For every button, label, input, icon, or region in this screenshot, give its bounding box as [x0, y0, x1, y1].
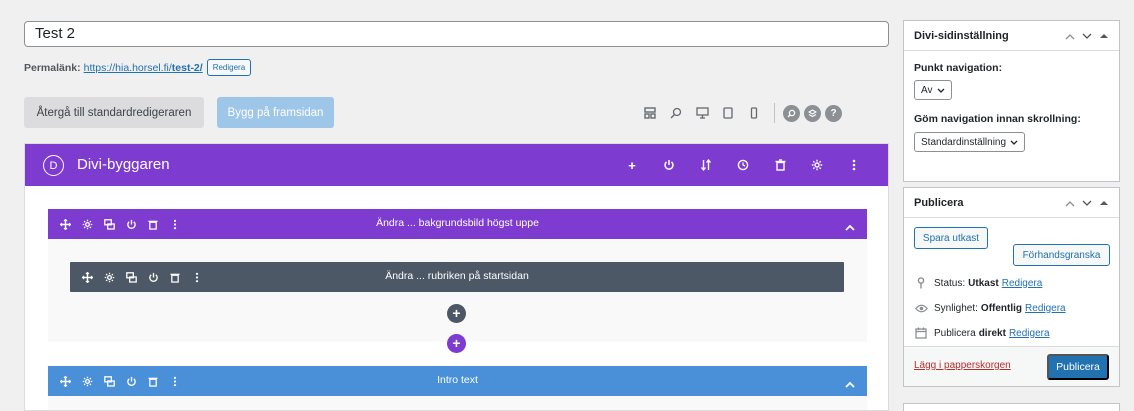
permalink: Permalänk: https://hia.horsel.fi/test-2/… — [24, 59, 252, 76]
post-title-input[interactable]: Test 2 — [24, 21, 889, 47]
section-title: Intro text — [437, 374, 478, 386]
permalink-base: https://hia.horsel.fi/ — [83, 61, 172, 74]
layout-icon[interactable] — [640, 103, 660, 123]
trash-icon[interactable] — [771, 156, 789, 174]
box-controls — [1060, 196, 1111, 210]
divi-builder: D Divi-byggaren + Ändra ... bakgrundsbil… — [24, 143, 889, 411]
save-draft-button[interactable]: Spara utkast — [914, 227, 988, 249]
divi-logo: D — [43, 155, 64, 176]
status-row: Status: Utkast Redigera — [914, 276, 1042, 290]
help-icon[interactable]: ? — [825, 104, 842, 122]
divi-page-settings-box: Divi-sidinställning Punkt navigation: Av… — [903, 20, 1120, 182]
return-to-default-editor-button[interactable]: Återgå till standardredigeraren — [24, 97, 204, 128]
dot-navigation-select[interactable]: Av — [914, 80, 952, 100]
publish-box: Publicera Spara utkast Förhandsgranska S… — [903, 187, 1120, 387]
publish-date-row: Publicera direkt Redigera — [914, 326, 1050, 340]
permalink-edit-button[interactable]: Redigera — [206, 59, 252, 76]
chevron-up-icon[interactable] — [1063, 196, 1077, 210]
add-icon[interactable]: + — [623, 156, 641, 174]
box-header: Divi-sidinställning — [904, 21, 1119, 51]
section-block: Intro text — [48, 366, 867, 410]
section-bar[interactable]: Ändra ... bakgrundsbild högst uppe — [48, 209, 867, 239]
permalink-slug: test-2/ — [171, 61, 203, 74]
box-title: Publicera — [914, 197, 964, 209]
chevron-up-icon[interactable] — [845, 218, 855, 236]
toolbar-divider — [774, 103, 775, 123]
visibility-edit-link[interactable]: Redigera — [1025, 303, 1066, 314]
view-toolbar: ? — [640, 103, 846, 123]
section-bar[interactable]: Intro text — [48, 366, 867, 396]
permalink-label: Permalänk: — [24, 61, 81, 74]
section-block: Ändra ... bakgrundsbild högst uppe Ändra… — [48, 209, 867, 353]
collapse-toggle-icon[interactable] — [1097, 196, 1111, 210]
hide-nav-label: Göm navigation innan skrollning: — [914, 113, 1081, 125]
status-edit-link[interactable]: Redigera — [1002, 278, 1043, 289]
chevron-down-icon[interactable] — [1080, 196, 1094, 210]
divi-builder-header: D Divi-byggaren + — [25, 144, 888, 186]
publish-date-value: direkt — [978, 327, 1006, 339]
row-title: Ändra ... rubriken på startsidan — [385, 270, 529, 282]
divi-builder-title: Divi-byggaren — [77, 156, 170, 173]
section-title: Ändra ... bakgrundsbild högst uppe — [376, 217, 539, 229]
zoom-icon[interactable] — [666, 103, 686, 123]
chevron-down-icon[interactable] — [1080, 29, 1094, 43]
visibility-row: Synlighet: Offentlig Redigera — [914, 301, 1066, 315]
eye-icon — [914, 301, 928, 315]
layers-icon[interactable] — [804, 104, 821, 122]
box-header: Publicera — [904, 188, 1119, 218]
tablet-icon[interactable] — [718, 103, 738, 123]
history-icon[interactable] — [734, 156, 752, 174]
calendar-icon — [914, 326, 928, 340]
publish-date-edit-link[interactable]: Redigera — [1009, 328, 1050, 339]
desktop-icon[interactable] — [692, 103, 712, 123]
hide-nav-value: Standardinställning — [921, 136, 1007, 148]
sort-icon[interactable] — [697, 156, 715, 174]
box-title: Divi-sidinställning — [914, 30, 1009, 42]
status-label: Status: — [934, 277, 966, 289]
build-on-frontend-button[interactable]: Bygg på framsidan — [217, 97, 334, 128]
more-icon[interactable] — [845, 156, 863, 174]
status-value: Utkast — [968, 277, 999, 289]
chevron-up-icon[interactable] — [845, 375, 855, 393]
next-box — [903, 403, 1120, 411]
publish-button[interactable]: Publicera — [1047, 354, 1109, 380]
add-row-button[interactable]: + — [447, 334, 466, 353]
search-icon[interactable] — [783, 104, 800, 122]
chevron-down-icon — [1010, 137, 1018, 148]
chevron-up-icon[interactable] — [1063, 29, 1077, 43]
preview-button[interactable]: Förhandsgranska — [1013, 244, 1110, 266]
pin-icon — [914, 276, 928, 290]
hide-nav-select[interactable]: Standardinställning — [914, 132, 1026, 152]
chevron-down-icon — [937, 85, 945, 96]
collapse-toggle-icon[interactable] — [1097, 29, 1111, 43]
move-to-trash-link[interactable]: Lägg i papperskorgen — [914, 360, 1011, 371]
dot-navigation-label: Punkt navigation: — [914, 62, 1003, 74]
power-icon[interactable] — [660, 156, 678, 174]
add-module-button[interactable]: + — [447, 304, 466, 323]
settings-icon[interactable] — [808, 156, 826, 174]
visibility-value: Offentlig — [980, 302, 1023, 314]
box-controls — [1060, 29, 1111, 43]
divi-header-actions: + — [623, 156, 882, 174]
permalink-link[interactable]: https://hia.horsel.fi/test-2/ — [84, 62, 203, 74]
row-bar[interactable]: Ändra ... rubriken på startsidan — [70, 262, 844, 292]
phone-icon[interactable] — [744, 103, 764, 123]
publish-date-label: Publicera — [934, 327, 976, 339]
publish-actions: Lägg i papperskorgen Publicera — [904, 346, 1119, 386]
visibility-label: Synlighet: — [934, 302, 978, 314]
dot-navigation-value: Av — [921, 84, 933, 96]
